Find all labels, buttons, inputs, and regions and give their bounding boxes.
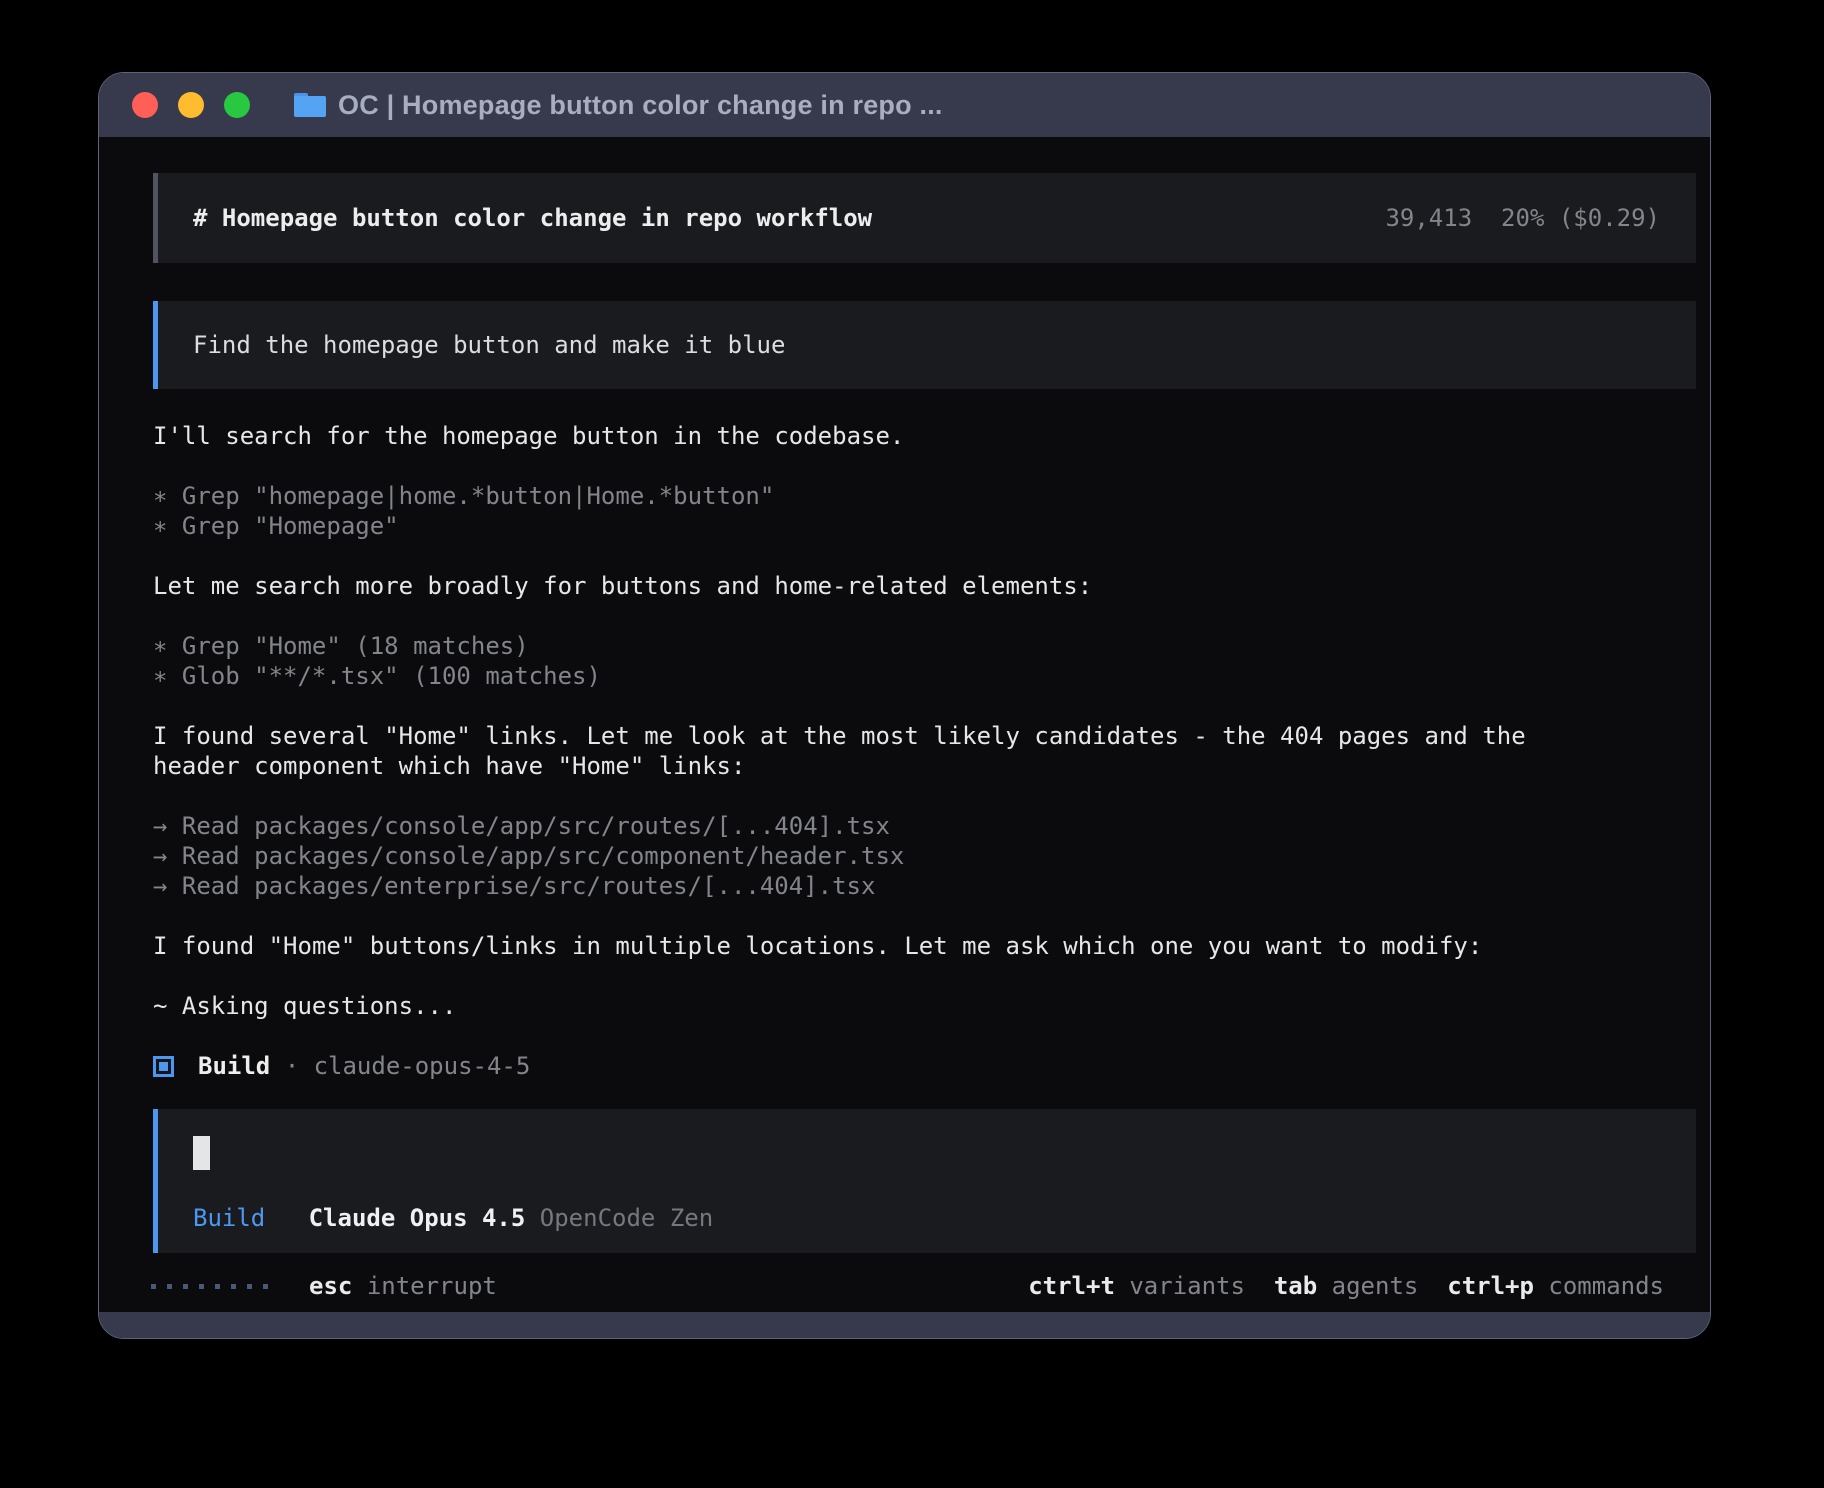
conversation: I'll search for the homepage button in t… xyxy=(153,421,1694,1081)
window-bottom-chrome xyxy=(99,1312,1710,1338)
agent-square-icon xyxy=(153,1056,174,1077)
asterisk-icon: ∗ xyxy=(153,511,182,541)
session-title: # Homepage button color change in repo w… xyxy=(193,203,872,233)
status-bar: esc interrupt ctrl+t variants tab agents… xyxy=(153,1271,1694,1301)
tool-call-line: ∗Grep "homepage|home.*button|Home.*butto… xyxy=(153,481,1694,511)
variants-hint: ctrl+t variants xyxy=(1028,1271,1245,1301)
progress-dot xyxy=(247,1284,252,1289)
asterisk-icon: ∗ xyxy=(153,631,182,661)
tool-call-line: ∗Glob "**/*.tsx" (100 matches) xyxy=(153,661,1694,691)
progress-dot xyxy=(183,1284,188,1289)
tool-call-line: ∗Grep "Homepage" xyxy=(153,511,1694,541)
message-line: I found several "Home" links. Let me loo… xyxy=(153,721,1694,751)
commands-hint: ctrl+p commands xyxy=(1447,1271,1664,1301)
asterisk-icon: ∗ xyxy=(153,481,182,511)
progress-dot xyxy=(151,1284,156,1289)
tool-call-group: ∗Grep "homepage|home.*button|Home.*butto… xyxy=(153,481,1694,541)
tool-call-line: ∗Grep "Home" (18 matches) xyxy=(153,631,1694,661)
session-stats: 39,413 20% ($0.29) xyxy=(1385,203,1660,233)
provider-label: OpenCode Zen xyxy=(540,1203,713,1233)
arrow-right-icon: → xyxy=(153,871,182,901)
tool-call-group: ∗Grep "Home" (18 matches) ∗Glob "**/*.ts… xyxy=(153,631,1694,691)
minimize-button[interactable] xyxy=(178,92,204,118)
progress-dots xyxy=(151,1284,268,1289)
assistant-message: I found several "Home" links. Let me loo… xyxy=(153,721,1694,781)
terminal-window: OC | Homepage button color change in rep… xyxy=(98,72,1711,1339)
progress-dot xyxy=(199,1284,204,1289)
asterisk-icon: ∗ xyxy=(153,661,182,691)
agent-mode-label: Build xyxy=(193,1203,265,1233)
agent-badge: Build · claude-opus-4-5 xyxy=(153,1051,1694,1081)
text-cursor xyxy=(193,1136,210,1170)
message-line: I found "Home" buttons/links in multiple… xyxy=(153,931,1694,961)
progress-dot xyxy=(231,1284,236,1289)
terminal-content: # Homepage button color change in repo w… xyxy=(99,137,1710,1312)
assistant-message: I found "Home" buttons/links in multiple… xyxy=(153,931,1694,961)
session-cost: ($0.29) xyxy=(1559,204,1660,232)
message-line: I'll search for the homepage button in t… xyxy=(153,421,1694,451)
agent-name: Build xyxy=(198,1051,270,1081)
model-label: Claude Opus 4.5 xyxy=(309,1203,526,1233)
progress-dot xyxy=(167,1284,172,1289)
tool-call-line: →Read packages/console/app/src/component… xyxy=(153,841,1694,871)
interrupt-hint: esc interrupt xyxy=(309,1271,497,1301)
titlebar: OC | Homepage button color change in rep… xyxy=(99,73,1710,137)
token-count: 39,413 xyxy=(1385,204,1472,232)
tool-call-line: →Read packages/console/app/src/routes/[.… xyxy=(153,811,1694,841)
status-line: ~Asking questions... xyxy=(153,991,1694,1021)
agent-model: claude-opus-4-5 xyxy=(314,1051,531,1081)
arrow-right-icon: → xyxy=(153,841,182,871)
user-message: Find the homepage button and make it blu… xyxy=(153,301,1696,389)
tilde-icon: ~ xyxy=(153,991,182,1021)
status-message: ~Asking questions... xyxy=(153,991,1694,1021)
agents-hint: tab agents xyxy=(1274,1271,1419,1301)
zoom-button[interactable] xyxy=(224,92,250,118)
prompt-input[interactable]: Build Claude Opus 4.5 OpenCode Zen xyxy=(153,1109,1696,1253)
session-header: # Homepage button color change in repo w… xyxy=(153,173,1696,263)
close-button[interactable] xyxy=(132,92,158,118)
message-line: Let me search more broadly for buttons a… xyxy=(153,571,1694,601)
tool-call-group: →Read packages/console/app/src/routes/[.… xyxy=(153,811,1694,901)
message-line: header component which have "Home" links… xyxy=(153,751,1694,781)
tool-call-line: →Read packages/enterprise/src/routes/[..… xyxy=(153,871,1694,901)
folder-icon xyxy=(294,93,326,117)
arrow-right-icon: → xyxy=(153,811,182,841)
assistant-message: I'll search for the homepage button in t… xyxy=(153,421,1694,451)
window-title: OC | Homepage button color change in rep… xyxy=(338,90,943,121)
context-percent: 20% xyxy=(1501,204,1544,232)
badge-separator: · xyxy=(285,1051,299,1081)
progress-dot xyxy=(215,1284,220,1289)
progress-dot xyxy=(263,1284,268,1289)
prompt-footer: Build Claude Opus 4.5 OpenCode Zen xyxy=(193,1203,1660,1233)
assistant-message: Let me search more broadly for buttons a… xyxy=(153,571,1694,601)
user-message-text: Find the homepage button and make it blu… xyxy=(193,330,785,360)
